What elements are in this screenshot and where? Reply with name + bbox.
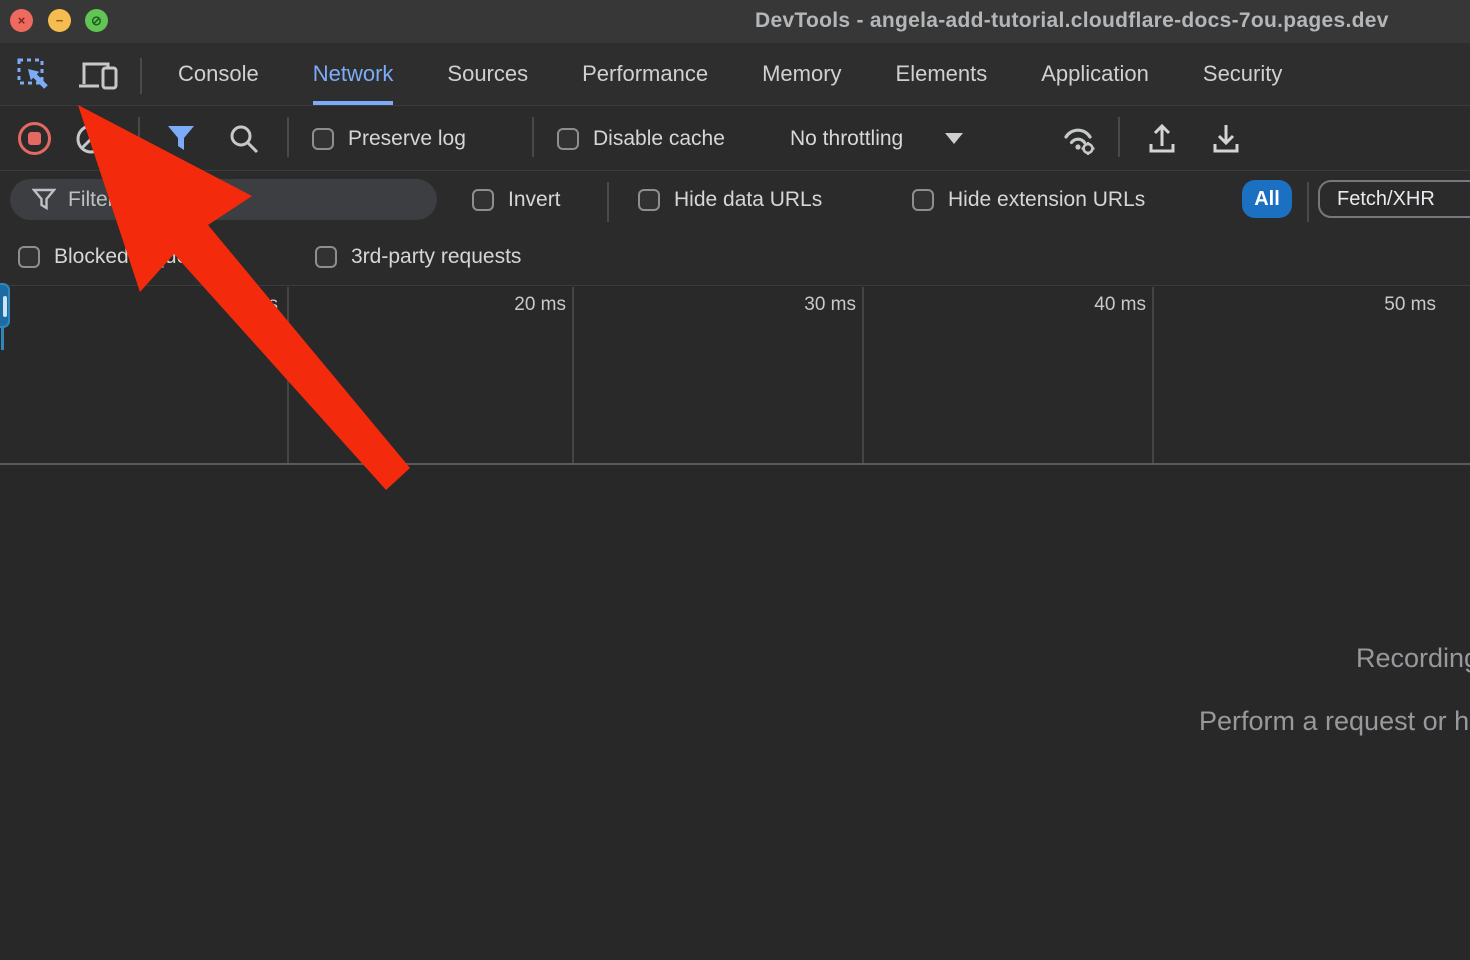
third-party-requests-label: 3rd-party requests xyxy=(351,245,521,269)
overview-drag-handle[interactable] xyxy=(0,283,10,328)
blocked-requests-checkbox-item: Blocked requests xyxy=(18,245,215,269)
preserve-log-label: Preserve log xyxy=(348,127,466,151)
window-titlebar: × − ⊘ DevTools - angela-add-tutorial.clo… xyxy=(0,0,1470,43)
devtools-tabbar: Console Network Sources Performance Memo… xyxy=(0,43,1470,106)
hide-data-urls-checkbox-item: Hide data URLs xyxy=(638,188,822,212)
filter-funnel-icon xyxy=(164,123,198,155)
network-filter-row: Invert Hide data URLs Hide extension URL… xyxy=(0,171,1470,228)
upload-icon xyxy=(1146,122,1178,156)
download-icon xyxy=(1210,122,1242,156)
tab-memory[interactable]: Memory xyxy=(762,43,841,105)
device-toolbar-icon xyxy=(77,57,119,93)
tab-network[interactable]: Network xyxy=(313,43,394,105)
close-window-icon[interactable]: × xyxy=(10,9,33,32)
filter-row-separator xyxy=(1307,182,1309,222)
timeline-tick-label: 10 ms xyxy=(168,294,278,316)
search-button[interactable] xyxy=(224,106,264,171)
timeline-gridline xyxy=(572,287,574,463)
import-har-button[interactable] xyxy=(1140,106,1184,171)
network-conditions-button[interactable] xyxy=(1055,106,1105,171)
hide-extension-urls-label: Hide extension URLs xyxy=(948,188,1145,212)
blocked-requests-label: Blocked requests xyxy=(54,245,215,269)
request-type-fetch-xhr-button[interactable]: Fetch/XHR xyxy=(1318,180,1470,218)
panel-tabs: Console Network Sources Performance Memo… xyxy=(178,43,1282,105)
filter-input-container xyxy=(10,179,437,220)
clear-network-log-button[interactable] xyxy=(72,106,110,171)
overview-drag-handle-stem xyxy=(1,327,4,350)
third-party-requests-checkbox[interactable] xyxy=(315,246,337,268)
hide-extension-urls-checkbox[interactable] xyxy=(912,189,934,211)
filter-toggle-button[interactable] xyxy=(162,106,200,171)
tab-performance[interactable]: Performance xyxy=(582,43,708,105)
preserve-log-checkbox[interactable] xyxy=(312,128,334,150)
recording-status-text: Recording network activity… xyxy=(1356,643,1470,674)
disable-cache-checkbox-item: Disable cache xyxy=(557,127,725,151)
throttling-select[interactable]: No throttling xyxy=(790,106,963,171)
tabbar-separator xyxy=(140,58,142,94)
network-options-row: Blocked requests 3rd-party requests xyxy=(0,228,1470,286)
toolbar-separator xyxy=(138,117,140,157)
hide-data-urls-checkbox[interactable] xyxy=(638,189,660,211)
request-type-all-button[interactable]: All xyxy=(1242,180,1292,218)
tab-application[interactable]: Application xyxy=(1041,43,1149,105)
search-icon xyxy=(227,122,261,156)
filter-row-separator xyxy=(607,182,609,222)
requests-empty-panel: Recording network activity… Perform a re… xyxy=(0,466,1470,960)
minimize-window-icon[interactable]: − xyxy=(48,9,71,32)
export-har-button[interactable] xyxy=(1204,106,1248,171)
filter-input[interactable] xyxy=(68,188,368,212)
record-network-log-button[interactable] xyxy=(15,106,53,171)
disable-cache-checkbox[interactable] xyxy=(557,128,579,150)
toolbar-separator xyxy=(287,117,289,157)
inspect-element-button[interactable] xyxy=(12,56,56,94)
blocked-requests-checkbox[interactable] xyxy=(18,246,40,268)
filter-funnel-outline-icon xyxy=(32,188,56,212)
timeline-gridline xyxy=(287,287,289,463)
tab-console[interactable]: Console xyxy=(178,43,259,105)
timeline-tick-label: 40 ms xyxy=(1036,294,1146,316)
hide-data-urls-label: Hide data URLs xyxy=(674,188,822,212)
empty-state-hint-text: Perform a request or hit ⌘ R to record t… xyxy=(1199,706,1470,737)
record-icon xyxy=(16,120,53,157)
timeline-tick-label: 50 ms xyxy=(1326,294,1436,316)
chevron-down-icon xyxy=(945,133,963,144)
network-overview-timeline[interactable]: 10 ms 20 ms 30 ms 40 ms 50 ms xyxy=(0,287,1470,465)
timeline-tick-label: 20 ms xyxy=(456,294,566,316)
timeline-gridline xyxy=(862,287,864,463)
clear-icon xyxy=(74,122,108,156)
window-title: DevTools - angela-add-tutorial.cloudflar… xyxy=(755,9,1389,33)
hide-extension-urls-checkbox-item: Hide extension URLs xyxy=(912,188,1145,212)
zoom-window-icon[interactable]: ⊘ xyxy=(85,9,108,32)
device-toolbar-button[interactable] xyxy=(76,56,120,94)
throttling-value: No throttling xyxy=(790,127,903,151)
tab-sources[interactable]: Sources xyxy=(447,43,528,105)
timeline-gridline xyxy=(1152,287,1154,463)
network-conditions-icon xyxy=(1058,120,1102,158)
invert-checkbox[interactable] xyxy=(472,189,494,211)
invert-checkbox-item: Invert xyxy=(472,188,561,212)
tab-elements[interactable]: Elements xyxy=(896,43,988,105)
toolbar-separator xyxy=(1118,117,1120,157)
timeline-tick-label: 30 ms xyxy=(746,294,856,316)
inspect-cursor-icon xyxy=(15,57,53,93)
tab-security[interactable]: Security xyxy=(1203,43,1282,105)
preserve-log-checkbox-item: Preserve log xyxy=(312,127,466,151)
network-toolbar: Preserve log Disable cache No throttling xyxy=(0,106,1470,171)
invert-label: Invert xyxy=(508,188,561,212)
toolbar-separator xyxy=(532,117,534,157)
disable-cache-label: Disable cache xyxy=(593,127,725,151)
third-party-requests-checkbox-item: 3rd-party requests xyxy=(315,245,521,269)
